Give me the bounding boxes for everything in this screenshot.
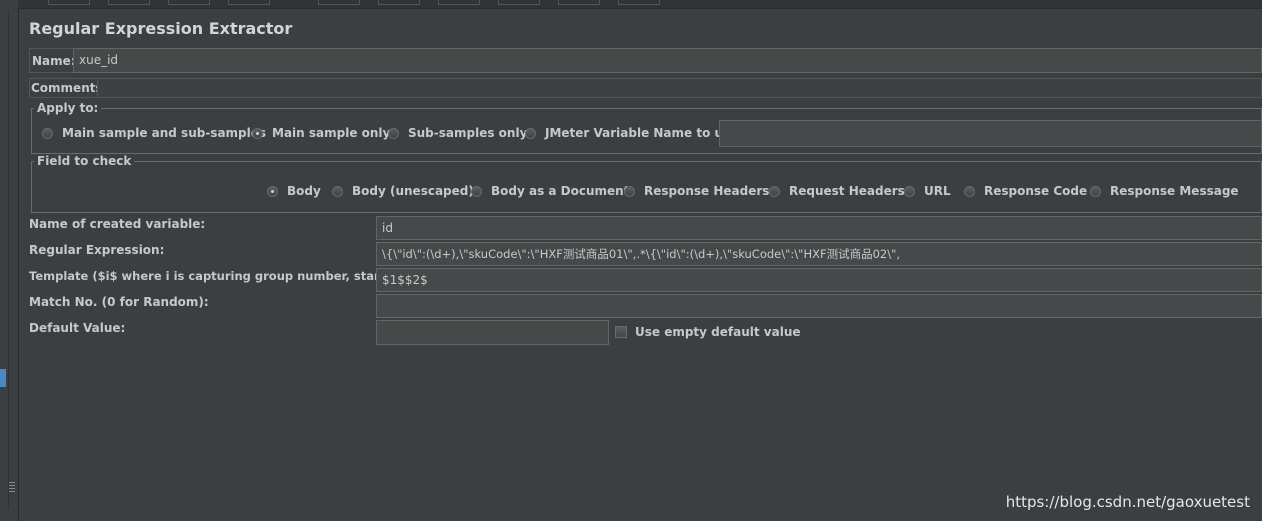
regex-label: Regular Expression: xyxy=(29,243,165,257)
name-label: Name: xyxy=(32,54,76,68)
radio-label: Body as a Document xyxy=(491,184,630,198)
field-body-document-radio[interactable]: Body as a Document xyxy=(471,184,629,198)
toolbar-tab[interactable] xyxy=(618,0,660,5)
template-label: Template ($i$ where i is capturing group… xyxy=(29,269,432,283)
use-empty-default-checkbox[interactable]: Use empty default value xyxy=(615,325,801,339)
tree-guide-line xyxy=(8,10,9,510)
toolbar-tab[interactable] xyxy=(318,0,360,5)
radio-off-icon xyxy=(42,127,53,139)
radio-off-icon xyxy=(525,127,536,139)
watermark-text: https://blog.csdn.net/gaoxuetest xyxy=(1005,493,1250,511)
radio-on-icon xyxy=(252,127,263,139)
toolbar-tab[interactable] xyxy=(438,0,480,5)
var-name-input[interactable]: id xyxy=(376,216,1262,240)
radio-label: Request Headers xyxy=(789,184,905,198)
jmeter-variable-input[interactable] xyxy=(719,120,1262,147)
radio-label: Response Headers xyxy=(644,184,770,198)
apply-jmeter-variable-radio[interactable]: JMeter Variable Name to use xyxy=(525,126,738,140)
default-value-label: Default Value: xyxy=(29,321,126,335)
toolbar-tab[interactable] xyxy=(48,0,90,5)
toolbar-tab[interactable] xyxy=(558,0,600,5)
radio-label: Body (unescaped) xyxy=(352,184,474,198)
field-request-headers-radio[interactable]: Request Headers xyxy=(769,184,905,198)
radio-off-icon xyxy=(1090,185,1101,197)
selected-node-marker xyxy=(0,369,6,387)
comments-input[interactable] xyxy=(97,78,1262,98)
radio-label: Main sample and sub-samples xyxy=(62,126,267,140)
toolbar-tab[interactable] xyxy=(498,0,540,5)
toolbar-tab[interactable] xyxy=(168,0,210,5)
radio-off-icon xyxy=(624,185,635,197)
radio-off-icon xyxy=(388,127,399,139)
apply-to-legend: Apply to: xyxy=(34,101,102,115)
split-pane-grip[interactable] xyxy=(9,482,15,494)
checkbox-unchecked-icon xyxy=(615,326,627,338)
template-input[interactable]: $1$$2$ xyxy=(376,268,1262,292)
toolbar-tab[interactable] xyxy=(228,0,270,5)
radio-label: Response Code xyxy=(984,184,1088,198)
regex-input[interactable]: \{\"id\":(\d+),\"skuCode\":\"HXF测试商品01\"… xyxy=(376,242,1262,266)
radio-off-icon xyxy=(332,185,343,197)
field-response-headers-radio[interactable]: Response Headers xyxy=(624,184,769,198)
panel-title: Regular Expression Extractor xyxy=(29,19,293,38)
radio-label: Main sample only xyxy=(272,126,391,140)
var-name-label: Name of created variable: xyxy=(29,217,206,231)
radio-off-icon xyxy=(964,185,975,197)
radio-on-icon xyxy=(267,185,278,197)
apply-main-and-sub-radio[interactable]: Main sample and sub-samples xyxy=(42,126,266,140)
name-input[interactable]: xue_id xyxy=(73,48,1262,73)
radio-label: JMeter Variable Name to use xyxy=(545,126,739,140)
checkbox-label: Use empty default value xyxy=(635,325,801,339)
match-no-label: Match No. (0 for Random): xyxy=(29,295,209,309)
field-body-unescaped-radio[interactable]: Body (unescaped) xyxy=(332,184,474,198)
tree-panel-edge xyxy=(0,0,19,521)
apply-main-only-radio[interactable]: Main sample only xyxy=(252,126,390,140)
radio-label: Body xyxy=(287,184,321,198)
comments-label: Comments: xyxy=(31,81,108,95)
toolbar-tab[interactable] xyxy=(108,0,150,5)
radio-label: Sub-samples only xyxy=(408,126,528,140)
radio-label: Response Message xyxy=(1110,184,1239,198)
toolbar-edge xyxy=(18,0,1262,9)
field-body-radio[interactable]: Body xyxy=(267,184,321,198)
apply-sub-only-radio[interactable]: Sub-samples only xyxy=(388,126,527,140)
radio-label: URL xyxy=(924,184,951,198)
toolbar-tab[interactable] xyxy=(378,0,420,5)
field-response-code-radio[interactable]: Response Code xyxy=(964,184,1087,198)
field-url-radio[interactable]: URL xyxy=(904,184,951,198)
radio-off-icon xyxy=(471,185,482,197)
radio-off-icon xyxy=(769,185,780,197)
match-no-input[interactable] xyxy=(376,294,1262,318)
default-value-input[interactable] xyxy=(376,320,609,345)
field-response-message-radio[interactable]: Response Message xyxy=(1090,184,1239,198)
radio-off-icon xyxy=(904,185,915,197)
field-to-check-legend: Field to check xyxy=(34,154,135,168)
